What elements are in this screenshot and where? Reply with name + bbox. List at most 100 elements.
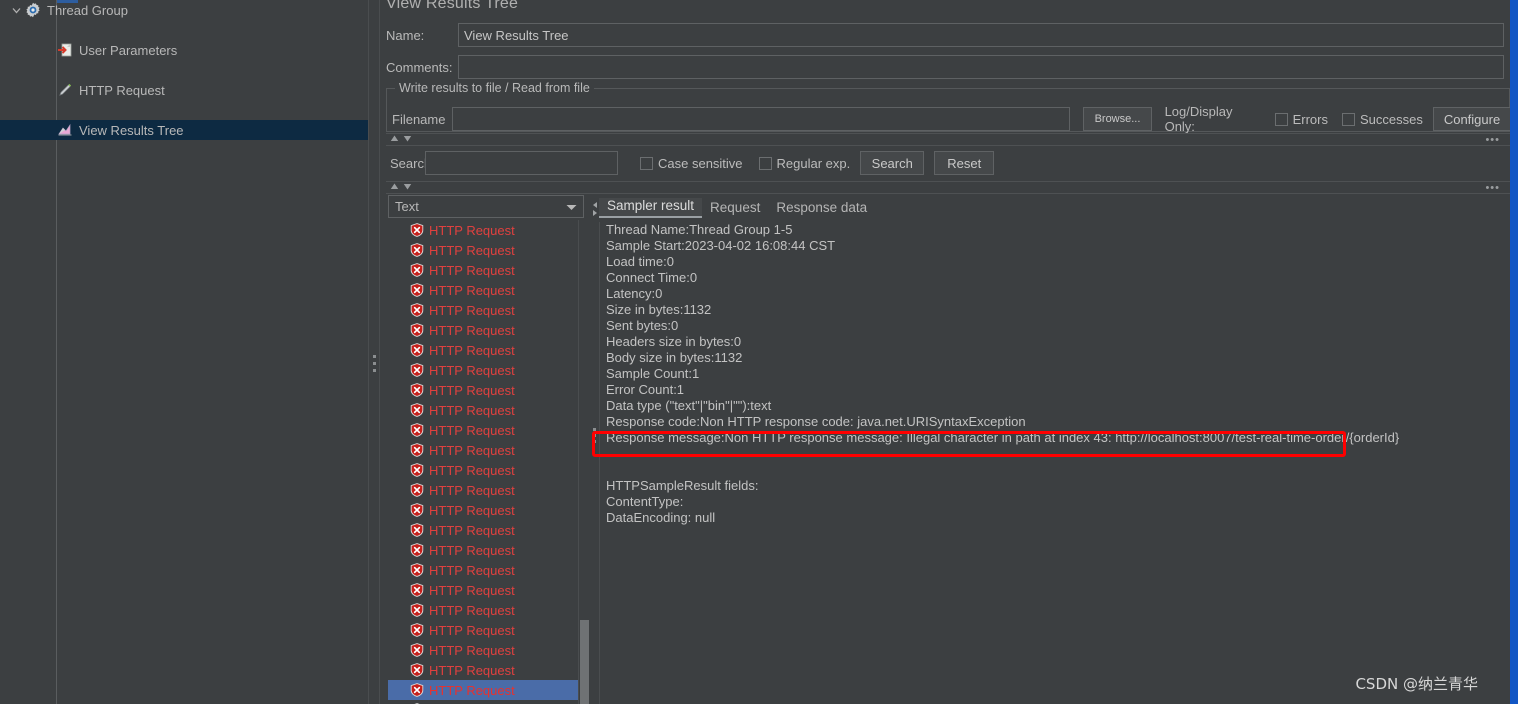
- list-item[interactable]: HTTP Request: [388, 460, 578, 480]
- filename-input[interactable]: [451, 107, 1071, 131]
- checkbox-box[interactable]: [1341, 112, 1355, 126]
- error-shield-icon: [410, 663, 424, 677]
- list-item[interactable]: HTTP Request: [388, 500, 578, 520]
- list-item[interactable]: HTTP Request: [388, 380, 578, 400]
- chevron-down-icon[interactable]: [8, 0, 24, 20]
- successes-label: Successes: [1359, 111, 1423, 127]
- splitter-arrows-icon[interactable]: [592, 201, 598, 222]
- http-request-icon: [56, 81, 74, 99]
- chevron-down-icon[interactable]: [566, 198, 577, 216]
- list-item[interactable]: HTTP Request: [388, 640, 578, 660]
- result-tabs[interactable]: Sampler result Request Response data: [599, 196, 875, 218]
- results-toolbar-strip[interactable]: •••: [386, 181, 1510, 194]
- error-shield-icon: [410, 403, 424, 417]
- detail-line: Data type ("text"|"bin"|""):text: [606, 398, 772, 413]
- list-item[interactable]: HTTP Request: [388, 480, 578, 500]
- errors-checkbox[interactable]: Errors: [1274, 112, 1328, 127]
- filename-label: Filename: [392, 111, 446, 127]
- list-item[interactable]: HTTP Request: [388, 660, 578, 680]
- tab-request[interactable]: Request: [702, 200, 768, 218]
- comments-input[interactable]: [458, 55, 1504, 79]
- results-list[interactable]: HTTP Request HTTP Request HTTP Request HTTP…: [388, 220, 578, 704]
- successes-checkbox[interactable]: Successes: [1341, 111, 1423, 127]
- search-input[interactable]: [425, 151, 618, 175]
- error-shield-icon: [410, 323, 424, 337]
- error-shield-icon: [410, 603, 424, 617]
- search-toolbar-strip[interactable]: •••: [386, 133, 1510, 146]
- collapse-arrows-icon[interactable]: [390, 183, 412, 190]
- list-item-label: HTTP Request: [429, 622, 515, 638]
- results-list-scrollbar[interactable]: [578, 220, 589, 704]
- error-shield-icon: [410, 223, 424, 237]
- detail-line: HTTPSampleResult fields:: [606, 478, 759, 493]
- list-item[interactable]: HTTP Request: [388, 560, 578, 580]
- list-item[interactable]: HTTP Request: [388, 320, 578, 340]
- log-display-only-label: Log/Display Only:: [1164, 104, 1233, 134]
- detail-line: DataEncoding: null: [606, 510, 716, 525]
- error-shield-icon: [410, 423, 424, 437]
- list-item[interactable]: HTTP Request: [388, 420, 578, 440]
- list-item[interactable]: HTTP Request: [388, 580, 578, 600]
- sidebar-item-label: View Results Tree: [79, 122, 184, 138]
- error-shield-icon: [410, 683, 424, 697]
- tab-response-data[interactable]: Response data: [768, 200, 875, 218]
- regular-exp-checkbox[interactable]: Regular exp.: [758, 156, 850, 171]
- overflow-dots-icon[interactable]: •••: [1485, 183, 1500, 194]
- list-item[interactable]: HTTP Request: [388, 680, 578, 700]
- name-input[interactable]: [458, 23, 1504, 47]
- list-item-label: HTTP Request: [429, 242, 515, 258]
- error-shield-icon: [410, 463, 424, 477]
- sidebar-item-http-request[interactable]: HTTP Request: [0, 80, 368, 100]
- reset-button[interactable]: Reset: [934, 151, 995, 175]
- error-shield-icon: [410, 523, 424, 537]
- list-item[interactable]: HTTP Request: [388, 340, 578, 360]
- error-shield-icon: [410, 243, 424, 257]
- checkbox-box[interactable]: [640, 156, 653, 170]
- list-item[interactable]: HTTP Request: [388, 220, 578, 240]
- overflow-dots-icon[interactable]: •••: [1485, 135, 1500, 146]
- checkbox-box[interactable]: [758, 156, 772, 170]
- error-shield-icon: [410, 283, 424, 297]
- detail-line: Response message:Non HTTP response messa…: [606, 430, 1400, 445]
- renderer-select[interactable]: Text: [388, 195, 584, 218]
- tab-sampler-result[interactable]: Sampler result: [599, 198, 703, 218]
- list-item[interactable]: HTTP Request: [388, 240, 578, 260]
- detail-line: Sent bytes:0: [606, 318, 679, 333]
- list-item-label: HTTP Request: [429, 502, 515, 518]
- view-results-tree-icon: [56, 121, 74, 139]
- list-item[interactable]: HTTP Request: [388, 300, 578, 320]
- list-item[interactable]: HTTP Request: [388, 540, 578, 560]
- sidebar-item-user-parameters[interactable]: User Parameters: [0, 40, 368, 60]
- list-item[interactable]: HTTP Request: [388, 280, 578, 300]
- list-item[interactable]: HTTP Request: [388, 620, 578, 640]
- sampler-result-text[interactable]: Thread Name:Thread Group 1-5 Sample Start…: [599, 222, 1510, 704]
- list-item[interactable]: HTTP Request: [388, 260, 578, 280]
- main-splitter-handle[interactable]: [368, 0, 380, 704]
- list-item[interactable]: HTTP Request: [388, 440, 578, 460]
- configure-button[interactable]: Configure: [1432, 107, 1512, 131]
- browse-button[interactable]: Browse...: [1083, 107, 1152, 131]
- list-item[interactable]: HTTP Request: [388, 520, 578, 540]
- detail-line: Size in bytes:1132: [606, 302, 712, 317]
- test-plan-tree[interactable]: Thread Group User Parameters HTTP Reques…: [0, 0, 368, 704]
- detail-line: Thread Name:Thread Group 1-5: [606, 222, 793, 237]
- list-item[interactable]: HTTP Request: [388, 360, 578, 380]
- list-item-label: HTTP Request: [429, 642, 515, 658]
- list-item[interactable]: HTTP Request: [388, 400, 578, 420]
- jmeter-window: Thread Group User Parameters HTTP Reques…: [0, 0, 1518, 704]
- error-shield-icon: [410, 343, 424, 357]
- search-button[interactable]: Search: [860, 151, 925, 175]
- results-splitter-handle[interactable]: [591, 198, 599, 704]
- sidebar-item-thread-group[interactable]: Thread Group: [0, 0, 368, 20]
- case-sensitive-checkbox[interactable]: Case sensitive: [640, 156, 743, 171]
- checkbox-box[interactable]: [1274, 112, 1288, 126]
- list-item[interactable]: HTTP Request: [388, 600, 578, 620]
- list-item-label: HTTP Request: [429, 562, 515, 578]
- collapse-arrows-icon[interactable]: [390, 135, 412, 142]
- gear-icon: [24, 1, 42, 19]
- list-item[interactable]: HTTP Request: [388, 700, 578, 704]
- detail-line: Sample Count:1: [606, 366, 700, 381]
- sidebar-item-view-results-tree[interactable]: View Results Tree: [0, 120, 368, 140]
- list-item-label: HTTP Request: [429, 262, 515, 278]
- scrollbar-thumb[interactable]: [580, 620, 589, 704]
